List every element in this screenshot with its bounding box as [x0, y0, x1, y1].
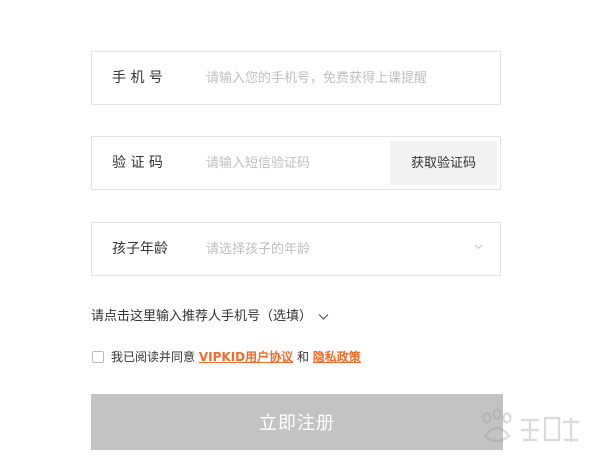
verification-code-field: 验 证 码 获取验证码	[91, 136, 501, 190]
chevron-down-icon[interactable]	[474, 242, 483, 251]
agreement-conjunction: 和	[296, 350, 309, 364]
verification-code-label: 验 证 码	[112, 155, 163, 171]
referral-text: 请点击这里输入推荐人手机号（选填）	[91, 309, 313, 324]
agreement-row: 我已阅读并同意 VIPKID用户协议 和 隐私政策	[92, 348, 361, 366]
baidu-jingyan-watermark	[482, 408, 579, 443]
verification-code-input[interactable]	[206, 137, 386, 189]
agreement-checkbox[interactable]	[92, 350, 104, 363]
chevron-down-icon	[318, 313, 329, 320]
register-button[interactable]: 立即注册	[91, 394, 503, 450]
child-age-label: 孩子年龄	[112, 241, 168, 257]
referral-toggle[interactable]: 请点击这里输入推荐人手机号（选填）	[91, 305, 329, 324]
terms-link[interactable]: VIPKID用户协议	[199, 350, 293, 364]
phone-field: 手 机 号	[91, 51, 501, 105]
privacy-link[interactable]: 隐私政策	[313, 350, 361, 364]
agreement-prefix: 我已阅读并同意	[111, 350, 196, 364]
child-age-select[interactable]: 孩子年龄	[91, 222, 501, 276]
phone-input[interactable]	[206, 52, 486, 104]
phone-label: 手 机 号	[112, 70, 163, 86]
get-code-button[interactable]: 获取验证码	[390, 141, 497, 185]
child-age-input[interactable]	[206, 223, 456, 275]
registration-page: 手 机 号 验 证 码 获取验证码 孩子年龄 请点击这里输入推荐人手机号（选填）…	[0, 0, 601, 474]
